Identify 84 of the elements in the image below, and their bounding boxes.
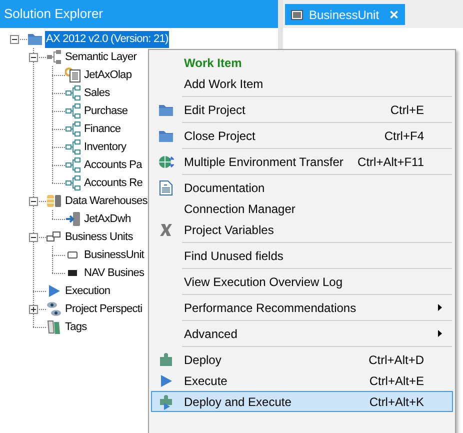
database-import-icon <box>65 211 81 227</box>
play-icon <box>46 283 62 299</box>
hierarchy-icon <box>65 103 81 119</box>
puzzle-play-icon <box>158 394 174 410</box>
tree-item[interactable]: Semantic Layer <box>64 48 138 66</box>
folder-icon <box>158 102 174 116</box>
tab-label: BusinessUnit <box>309 6 380 24</box>
menu-item[interactable]: Find Unused fields <box>151 245 453 266</box>
collapse-toggle[interactable] <box>29 197 38 206</box>
menu-item[interactable]: Advanced <box>151 323 453 344</box>
menu-item-label: Close Project <box>184 128 256 144</box>
tree-item[interactable]: Sales <box>83 84 111 102</box>
menu-item-label: Add Work Item <box>184 76 264 92</box>
tree-item[interactable]: JetAxOlap <box>83 66 133 84</box>
menu-item-label: Deploy <box>184 352 222 368</box>
menu-item-label: Documentation <box>184 180 266 196</box>
hierarchy-icon <box>65 121 81 137</box>
tree-item[interactable]: JetAxDwh <box>83 210 132 228</box>
menu-item-label: Edit Project <box>184 102 246 118</box>
tree-item[interactable]: Business Units <box>64 228 134 246</box>
panel-title-bar: Solution Explorer <box>0 0 278 28</box>
hierarchy-icon <box>65 85 81 101</box>
menu-item[interactable]: Project Variables <box>151 219 453 240</box>
globe-icon <box>158 154 174 170</box>
tree-item[interactable]: Inventory <box>83 138 128 156</box>
tree-item[interactable]: Purchase <box>83 102 129 120</box>
shortcut-label: Ctrl+F4 <box>384 128 424 144</box>
menu-item[interactable]: Add Work Item <box>151 73 453 94</box>
shortcut-label: Ctrl+Alt+F11 <box>358 154 424 170</box>
menu-item[interactable]: Connection Manager <box>151 198 453 219</box>
tree-item[interactable]: Accounts Re <box>83 174 144 192</box>
menu-item[interactable]: Close Project Ctrl+F4 <box>151 125 453 146</box>
menu-item-label: Deploy and Execute <box>184 394 292 410</box>
window-icon <box>291 10 303 20</box>
submenu-arrow-icon <box>438 330 442 337</box>
tree-item[interactable]: Accounts Pa <box>83 156 143 174</box>
hierarchy-icon <box>46 49 62 65</box>
menu-item[interactable]: Performance Recommendations <box>151 297 453 318</box>
expand-toggle[interactable] <box>29 305 38 314</box>
menu-item[interactable]: Work Item <box>151 52 453 73</box>
tree-item[interactable]: BusinessUnit <box>83 246 145 264</box>
tree-item[interactable]: Finance <box>83 120 122 138</box>
document-icon <box>159 180 173 196</box>
submenu-arrow-icon <box>438 304 442 311</box>
menu-item-label: Find Unused fields <box>184 248 284 264</box>
puzzle-icon <box>158 352 174 368</box>
menu-item-label: Project Variables <box>184 222 275 238</box>
menu-item[interactable]: View Execution Overview Log <box>151 271 453 292</box>
tree-item[interactable]: Data Warehouses <box>64 192 148 210</box>
collapse-toggle[interactable] <box>29 53 38 62</box>
menu-item-label: View Execution Overview Log <box>184 274 344 290</box>
play-icon <box>158 372 174 388</box>
menu-item-label: Work Item <box>184 54 243 72</box>
menu-item[interactable]: Multiple Environment Transfer Ctrl+Alt+F11 <box>151 151 453 172</box>
collapse-toggle[interactable] <box>29 233 38 242</box>
tags-icon <box>46 319 62 335</box>
tree-item[interactable]: AX 2012 v2.0 (Version: 21) <box>45 30 170 48</box>
hierarchy-icon <box>65 139 81 155</box>
menu-item-label: Multiple Environment Transfer <box>184 154 344 170</box>
menu-item[interactable]: Documentation <box>151 177 453 198</box>
report-icon <box>65 67 81 83</box>
hierarchy-icon <box>65 175 81 191</box>
menu-item-label: Advanced <box>184 326 238 342</box>
variable-icon <box>159 222 173 238</box>
shortcut-label: Ctrl+E <box>390 102 424 118</box>
folder-icon <box>158 128 174 142</box>
tree-item[interactable]: NAV Busines <box>83 264 146 282</box>
menu-item-label: Execute <box>184 372 228 390</box>
shortcut-label: Ctrl+Alt+K <box>369 394 424 410</box>
folder-icon <box>27 32 43 46</box>
menu-item-label: Performance Recommendations <box>184 300 358 316</box>
shortcut-label: Ctrl+Alt+E <box>369 372 424 390</box>
shortcut-label: Ctrl+Alt+D <box>368 352 424 368</box>
menu-item[interactable]: Deploy Ctrl+Alt+D <box>151 349 453 370</box>
collapse-toggle[interactable] <box>10 35 19 44</box>
menu-item[interactable]: Deploy and Execute Ctrl+Alt+K <box>151 391 453 412</box>
eyes-icon <box>46 301 62 317</box>
tree-item[interactable]: Project Perspecti <box>64 300 144 318</box>
menu-item[interactable]: Execute Ctrl+Alt+E <box>151 370 453 391</box>
menu-item[interactable]: Edit Project Ctrl+E <box>151 99 453 120</box>
hierarchy-icon <box>65 157 81 173</box>
menu-item-label: Connection Manager <box>184 200 296 218</box>
tree-item[interactable]: Execution <box>64 282 112 300</box>
tree-item[interactable]: Tags <box>64 318 88 336</box>
